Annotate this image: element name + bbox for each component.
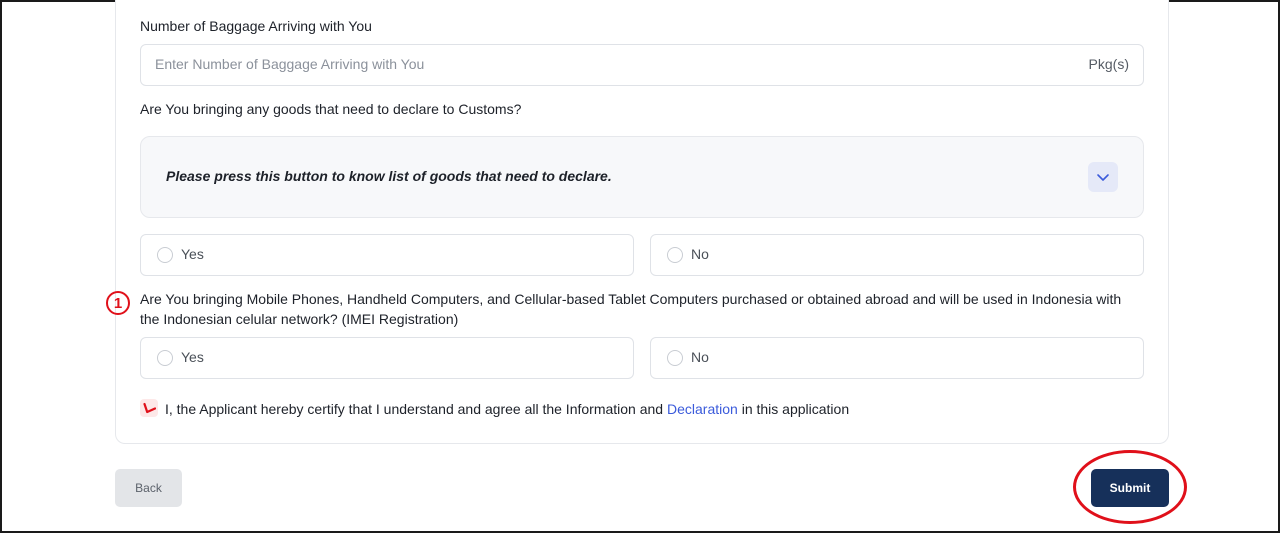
- imei-question-line1: Are You bringing Mobile Phones, Handheld…: [140, 291, 1122, 307]
- radio-icon[interactable]: [157, 350, 173, 366]
- certify-text-before: I, the Applicant hereby certify that I u…: [165, 401, 667, 417]
- imei-no-label: No: [691, 349, 709, 365]
- back-button[interactable]: Back: [115, 469, 182, 507]
- imei-question-line2: the Indonesian celular network? (IMEI Re…: [140, 311, 459, 327]
- baggage-label: Number of Baggage Arriving with You: [140, 18, 372, 34]
- customs-question: Are You bringing any goods that need to …: [140, 101, 522, 117]
- baggage-count-input[interactable]: Enter Number of Baggage Arriving with Yo…: [140, 44, 1144, 86]
- customs-no-label: No: [691, 246, 709, 262]
- check-icon: [143, 402, 156, 414]
- certify-text-after: in this application: [737, 401, 850, 417]
- certify-statement: I, the Applicant hereby certify that I u…: [165, 399, 849, 419]
- radio-icon[interactable]: [157, 247, 173, 263]
- declaration-link[interactable]: Declaration: [667, 401, 738, 417]
- customs-no-option[interactable]: No: [650, 234, 1144, 276]
- baggage-count-placeholder: Enter Number of Baggage Arriving with Yo…: [155, 56, 425, 72]
- goods-list-accordion-text: Please press this button to know list of…: [166, 168, 612, 184]
- page-frame: Number of Baggage Arriving with You Ente…: [0, 0, 1280, 533]
- customs-yes-option[interactable]: Yes: [140, 234, 634, 276]
- imei-yes-option[interactable]: Yes: [140, 337, 634, 379]
- radio-icon[interactable]: [667, 247, 683, 263]
- imei-yes-label: Yes: [181, 349, 204, 365]
- submit-button[interactable]: Submit: [1091, 469, 1169, 507]
- customs-yes-label: Yes: [181, 246, 204, 262]
- goods-list-accordion[interactable]: Please press this button to know list of…: [140, 136, 1144, 218]
- step-number-annotation: 1: [106, 291, 130, 315]
- chevron-down-icon[interactable]: [1088, 162, 1118, 192]
- imei-no-option[interactable]: No: [650, 337, 1144, 379]
- radio-icon[interactable]: [667, 350, 683, 366]
- baggage-unit-suffix: Pkg(s): [1088, 56, 1129, 72]
